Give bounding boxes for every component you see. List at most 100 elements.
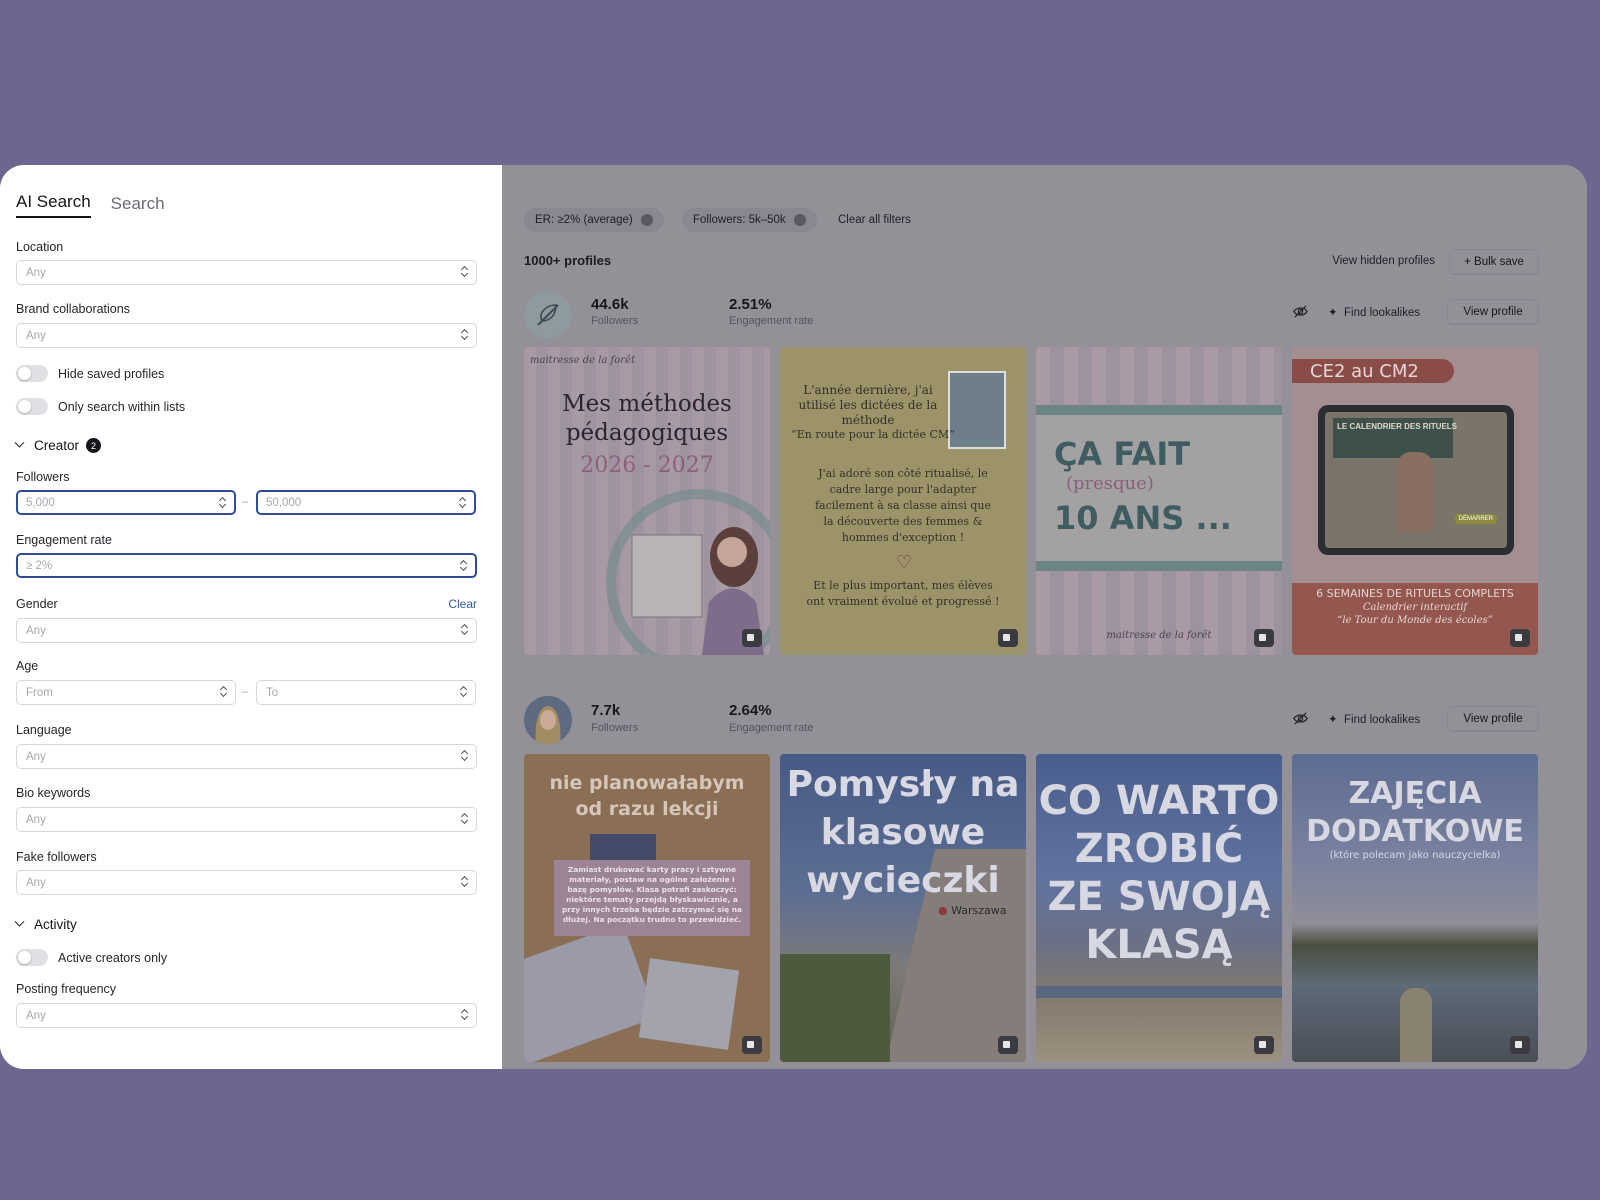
gender-value: Any xyxy=(26,625,46,637)
post-thumbnail[interactable]: ZAJĘCIA DODATKOWE (które polecam jako na… xyxy=(1292,754,1538,1062)
updown-chevron-icon xyxy=(460,686,466,698)
tab-ai-search[interactable]: AI Search xyxy=(16,192,91,218)
post-title: wycieczki xyxy=(806,860,1000,901)
reel-icon xyxy=(1254,629,1274,647)
tablet-title: LE CALENDRIER DES RITUELS xyxy=(1337,422,1458,431)
profile-photo xyxy=(524,696,572,744)
posting-frequency-select[interactable]: Any xyxy=(16,1003,477,1028)
posting-frequency-label: Posting frequency xyxy=(16,982,117,996)
view-hidden-profiles-link[interactable]: View hidden profiles xyxy=(1332,255,1435,267)
post-text: ont vraiment évolué et progressé ! xyxy=(806,595,1000,608)
reel-icon xyxy=(1510,629,1530,647)
post-thumbnail[interactable]: maitresse de la forêt Mes méthodes pédag… xyxy=(524,347,770,655)
age-from-select[interactable]: From xyxy=(16,680,236,705)
age-to-select[interactable]: To xyxy=(256,680,476,705)
engagement-rate-label: Engagement rate xyxy=(729,722,814,734)
avatar[interactable] xyxy=(524,291,572,339)
bio-keywords-select[interactable]: Any xyxy=(16,807,477,832)
search-mode-tabs: AI Search Search xyxy=(16,191,476,218)
updown-chevron-icon xyxy=(460,560,466,572)
tablet-mockup: LE CALENDRIER DES RITUELS DÉMARRER xyxy=(1318,405,1514,555)
activity-section-header[interactable]: Activity xyxy=(14,916,77,932)
view-profile-button[interactable]: View profile xyxy=(1447,299,1539,324)
find-lookalikes-button[interactable]: ✦ Find lookalikes xyxy=(1328,712,1420,726)
post-caption-box: Zamiast drukować karty pracy i sztywne m… xyxy=(554,860,750,936)
updown-chevron-icon xyxy=(461,266,467,278)
post-text: 6 SEMAINES DE RITUELS COMPLETS xyxy=(1316,587,1514,600)
creator-filter-count-badge: 2 xyxy=(86,438,102,453)
filter-chip-label: Followers: 5k–50k xyxy=(693,214,786,226)
brand-collabs-select[interactable]: Any xyxy=(16,323,477,348)
followers-label: Followers xyxy=(591,315,639,327)
location-tag-label: Warszawa xyxy=(951,904,1007,917)
remove-chip-icon[interactable] xyxy=(793,214,806,226)
view-profile-button[interactable]: View profile xyxy=(1447,706,1539,731)
language-label: Language xyxy=(16,723,72,737)
post-title: klasowe xyxy=(820,812,986,853)
filter-chip-followers[interactable]: Followers: 5k–50k xyxy=(682,208,817,232)
post-title: nie planowałabym xyxy=(549,772,745,794)
post-thumbnail[interactable]: CO WARTO ZROBIĆ ZE SWOJĄ KLASĄ xyxy=(1036,754,1282,1062)
filters-sidebar: AI Search Search Location Any Brand coll… xyxy=(0,165,502,1069)
followers-max-input[interactable]: 50,000 xyxy=(256,490,476,515)
find-lookalikes-label: Find lookalikes xyxy=(1344,714,1421,726)
followers-label: Followers xyxy=(591,722,639,734)
post-thumbnail[interactable]: nie planowałabym od razu lekcji Zamiast … xyxy=(524,754,770,1062)
followers-min-input[interactable]: 5,000 xyxy=(16,490,236,515)
language-select[interactable]: Any xyxy=(16,744,477,769)
age-label: Age xyxy=(16,659,39,673)
sparkle-icon: ✦ xyxy=(1328,714,1338,726)
heart-icon: ♡ xyxy=(896,552,913,572)
card-image xyxy=(638,958,740,1050)
location-tag: ● Warszawa xyxy=(938,904,1007,917)
brand-collabs-label: Brand collaborations xyxy=(16,302,130,316)
reel-icon xyxy=(998,629,1018,647)
followers-max-value: 50,000 xyxy=(266,497,302,509)
engagement-select[interactable]: ≥ 2% xyxy=(16,553,477,578)
leaf-logo-icon xyxy=(524,291,572,339)
post-thumbnail[interactable]: CE2 au CM2 LE CALENDRIER DES RITUELS DÉM… xyxy=(1292,347,1538,655)
active-only-toggle[interactable] xyxy=(16,949,48,966)
creator-section-header[interactable]: Creator 2 xyxy=(14,437,102,453)
hide-profile-icon[interactable] xyxy=(1292,303,1309,320)
engagement-rate-label: Engagement rate xyxy=(729,315,814,327)
post-title: Pomysły na xyxy=(786,764,1020,805)
avatar[interactable] xyxy=(524,696,572,744)
engagement-rate-value: 2.51% xyxy=(729,296,772,313)
tab-search[interactable]: Search xyxy=(111,194,165,218)
post-thumbnail[interactable]: ÇA FAIT (presque) 10 ANS ... maitresse d… xyxy=(1036,347,1282,655)
remove-chip-icon[interactable] xyxy=(640,214,653,226)
updown-chevron-icon xyxy=(461,624,467,636)
clear-all-filters-link[interactable]: Clear all filters xyxy=(838,214,911,226)
only-lists-row: Only search within lists xyxy=(16,398,185,415)
engagement-label: Engagement rate xyxy=(16,533,112,547)
post-thumbnail[interactable]: Pomysły na klasowe wycieczki ● Warszawa xyxy=(780,754,1026,1062)
location-select[interactable]: Any xyxy=(16,260,477,285)
post-text: Et le plus important, mes élèves xyxy=(813,579,993,592)
updown-chevron-icon xyxy=(461,329,467,341)
find-lookalikes-button[interactable]: ✦ Find lookalikes xyxy=(1328,305,1420,319)
gender-clear-link[interactable]: Clear xyxy=(448,597,477,611)
only-lists-label: Only search within lists xyxy=(58,399,186,414)
start-badge: DÉMARRER xyxy=(1454,514,1497,524)
only-lists-toggle[interactable] xyxy=(16,398,48,415)
reel-icon xyxy=(742,1036,762,1054)
fake-followers-select[interactable]: Any xyxy=(16,870,477,895)
chevron-down-icon xyxy=(14,916,25,927)
post-subtitle: (presque) xyxy=(1066,473,1154,494)
gender-label: Gender xyxy=(16,597,58,611)
hide-profile-icon[interactable] xyxy=(1292,710,1309,727)
filter-chip-er[interactable]: ER: ≥2% (average) xyxy=(524,208,664,232)
reel-icon xyxy=(1510,1036,1530,1054)
post-title: CE2 au CM2 xyxy=(1310,361,1419,382)
post-title: DODATKOWE xyxy=(1306,814,1524,849)
posting-frequency-value: Any xyxy=(26,1010,46,1022)
post-title: od razu lekcji xyxy=(575,798,719,820)
person-image xyxy=(1400,988,1432,1062)
gender-select[interactable]: Any xyxy=(16,618,477,643)
map-pin-icon: ● xyxy=(938,904,948,917)
post-title: ZE SWOJĄ xyxy=(1047,874,1271,920)
bulk-save-button[interactable]: + Bulk save xyxy=(1449,249,1539,274)
hide-saved-toggle[interactable] xyxy=(16,365,48,382)
post-thumbnail[interactable]: L'année dernière, j'ai utilisé les dicté… xyxy=(780,347,1026,655)
